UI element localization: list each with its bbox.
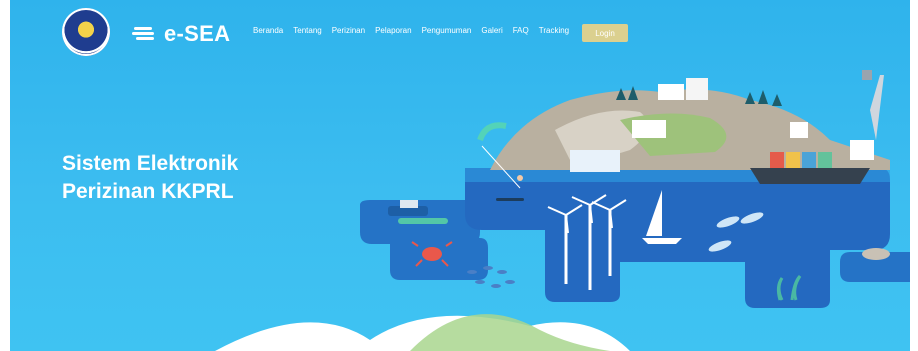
surfer xyxy=(517,175,523,181)
emblem-logo-icon[interactable] xyxy=(62,8,110,56)
cargo-ship-hull xyxy=(750,168,870,184)
nav-tracking[interactable]: Tracking xyxy=(539,26,569,35)
building-6 xyxy=(850,140,874,160)
container-red xyxy=(770,152,784,168)
building-5 xyxy=(790,122,808,138)
brand-logo[interactable]: e-SEA xyxy=(132,21,231,46)
building-1 xyxy=(658,84,684,100)
hero-banner: e-SEA Beranda Tentang Perizinan Pelapora… xyxy=(10,0,910,351)
hero-title-line-1: Sistem Elektronik xyxy=(62,152,239,175)
crane xyxy=(870,75,884,140)
seal xyxy=(862,248,890,260)
site-header: e-SEA Beranda Tentang Perizinan Pelapora… xyxy=(10,0,910,64)
nav-pengumuman[interactable]: Pengumuman xyxy=(422,26,472,35)
boat-cabin xyxy=(400,200,418,208)
container-green xyxy=(818,152,832,168)
nav-beranda[interactable]: Beranda xyxy=(253,26,283,35)
crab-body xyxy=(422,247,442,261)
hero-title: Sistem Elektronik Perizinan KKPRL xyxy=(62,150,238,206)
hero-title-line-2: Perizinan KKPRL xyxy=(62,180,234,203)
crane-top xyxy=(862,70,872,80)
sailboat-hull xyxy=(642,238,682,244)
main-nav: Beranda Tentang Perizinan Pelaporan Peng… xyxy=(253,26,579,35)
boat-deck xyxy=(398,218,448,224)
building-2 xyxy=(686,78,708,100)
nav-perizinan[interactable]: Perizinan xyxy=(332,26,365,35)
nav-tentang[interactable]: Tentang xyxy=(293,26,321,35)
building-4 xyxy=(570,150,620,172)
brand-name: e-SEA xyxy=(164,21,231,46)
nav-galeri[interactable]: Galeri xyxy=(481,26,502,35)
nav-pelaporan[interactable]: Pelaporan xyxy=(375,26,411,35)
brand-icon xyxy=(132,27,154,40)
login-button[interactable]: Login xyxy=(582,24,628,42)
surfboard xyxy=(496,198,524,201)
kite xyxy=(477,122,507,142)
container-yellow xyxy=(786,152,800,168)
nav-faq[interactable]: FAQ xyxy=(513,26,529,35)
container-blue xyxy=(802,152,816,168)
building-3 xyxy=(632,120,666,138)
